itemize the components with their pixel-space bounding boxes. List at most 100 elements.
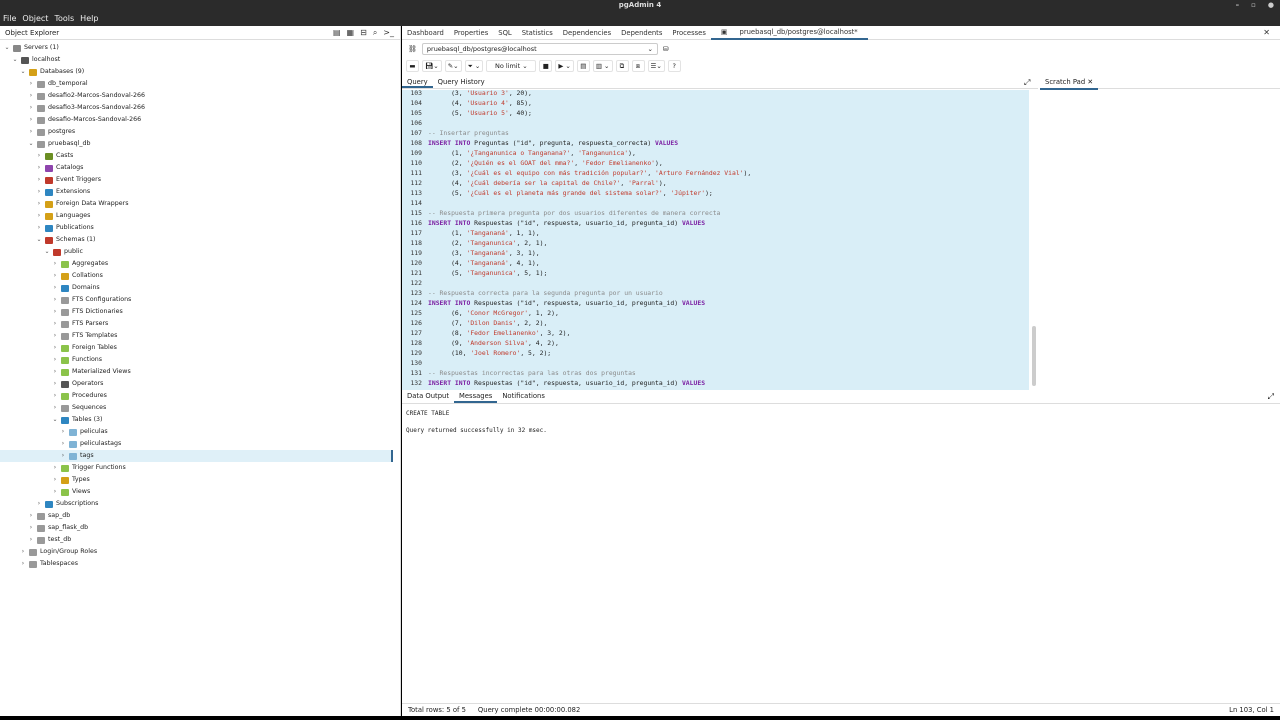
tree-node[interactable]: › Materialized Views — [52, 366, 131, 378]
chevron-right-icon[interactable]: › — [52, 270, 58, 282]
new-connection-icon[interactable]: ⛁ — [663, 45, 669, 53]
tree-node[interactable]: › Types — [52, 474, 90, 486]
chevron-right-icon[interactable]: › — [20, 558, 26, 570]
table-icon[interactable]: ▦ — [347, 28, 355, 38]
explain-analyze-icon[interactable]: ▥ ⌄ — [592, 60, 613, 72]
tree-node[interactable]: › Languages — [36, 210, 90, 222]
chevron-right-icon[interactable]: › — [28, 534, 34, 546]
tree-node[interactable]: › Tablespaces — [20, 558, 78, 570]
chevron-right-icon[interactable]: › — [52, 342, 58, 354]
tree-node[interactable]: › FTS Dictionaries — [52, 306, 123, 318]
chevron-right-icon[interactable]: › — [36, 498, 42, 510]
tree-node[interactable]: › Functions — [52, 354, 102, 366]
scratch-pad-tab[interactable]: Scratch Pad ✕ — [1040, 76, 1099, 90]
maximize-icon[interactable]: ▫ — [1251, 0, 1256, 11]
tree-node[interactable]: › test_db — [28, 534, 71, 546]
stop-icon[interactable]: ■ — [539, 60, 553, 72]
tree-node[interactable]: › Casts — [36, 150, 73, 162]
tree-node[interactable]: › sap_db — [28, 510, 70, 522]
chevron-down-icon[interactable]: ⌄ — [28, 138, 34, 150]
connection-select[interactable]: pruebasql_db/postgres@localhost ⌄ — [421, 43, 658, 55]
chevron-right-icon[interactable]: › — [28, 90, 34, 102]
tree-node[interactable]: › Foreign Tables — [52, 342, 117, 354]
chevron-right-icon[interactable]: › — [36, 174, 42, 186]
connection-status-icon[interactable]: ⛓ — [408, 45, 417, 53]
chevron-right-icon[interactable]: › — [28, 510, 34, 522]
chevron-right-icon[interactable]: › — [60, 438, 66, 450]
explain-icon[interactable]: ▤ — [576, 60, 590, 72]
tree-node[interactable]: ⌄ Servers (1) — [4, 42, 59, 54]
menu-object[interactable]: Object — [22, 14, 48, 23]
tree-node[interactable]: › Collations — [52, 270, 103, 282]
tree-node[interactable]: › db_temporal — [28, 78, 88, 90]
tree-node[interactable]: › Trigger Functions — [52, 462, 126, 474]
terminal-icon[interactable]: >_ — [383, 28, 394, 38]
open-file-icon[interactable]: ▬ — [406, 60, 419, 72]
tree-node[interactable]: › Sequences — [52, 402, 106, 414]
database-icon[interactable]: ▤ — [333, 28, 341, 38]
chevron-right-icon[interactable]: › — [52, 486, 58, 498]
tree-node[interactable]: › desafio3-Marcos-Sandoval-266 — [28, 102, 145, 114]
tree-node[interactable]: › FTS Configurations — [52, 294, 131, 306]
close-tab-icon[interactable]: ✕ — [1258, 28, 1275, 37]
tree-node[interactable]: › peliculastags — [60, 438, 121, 450]
tree-node[interactable]: › Login/Group Roles — [20, 546, 97, 558]
edit-icon[interactable]: ✎⌄ — [444, 60, 462, 72]
tree-node[interactable]: › Catalogs — [36, 162, 83, 174]
tree-node[interactable]: › postgres — [28, 126, 75, 138]
tab-sql[interactable]: SQL — [493, 29, 516, 37]
tree-node[interactable]: › Procedures — [52, 390, 107, 402]
tree-node[interactable]: › desafio2-Marcos-Sandoval-266 — [28, 90, 145, 102]
chevron-right-icon[interactable]: › — [28, 126, 34, 138]
expand-results-icon[interactable]: ⤢ — [1268, 392, 1274, 402]
chevron-right-icon[interactable]: › — [52, 318, 58, 330]
chevron-right-icon[interactable]: › — [36, 222, 42, 234]
search-icon[interactable]: ⌕ — [373, 28, 377, 38]
tree-node[interactable]: ⌄ Schemas (1) — [36, 234, 96, 246]
chevron-right-icon[interactable]: › — [60, 450, 66, 462]
tab-dependents[interactable]: Dependents — [616, 29, 667, 37]
tab-notifications[interactable]: Notifications — [497, 390, 550, 403]
chevron-right-icon[interactable]: › — [36, 210, 42, 222]
tab-messages[interactable]: Messages — [454, 390, 498, 403]
tree-node[interactable]: › Operators — [52, 378, 103, 390]
chevron-right-icon[interactable]: › — [52, 474, 58, 486]
filter-table-icon[interactable]: ⊟ — [360, 28, 367, 38]
tab-data-output[interactable]: Data Output — [402, 390, 454, 403]
chevron-right-icon[interactable]: › — [60, 426, 66, 438]
rollback-icon[interactable]: ⧈ — [631, 60, 645, 72]
sql-editor[interactable]: 103 (3, 'Usuario 3', 20), 104 (4, 'Usuari… — [402, 90, 1029, 390]
menu-file[interactable]: File — [3, 14, 16, 23]
execute-icon[interactable]: ▶ ⌄ — [555, 60, 574, 72]
tab-query-tool[interactable]: ▣ pruebasql_db/postgres@localhost* — [710, 26, 868, 40]
tree-node[interactable]: › Publications — [36, 222, 94, 234]
menu-tools[interactable]: Tools — [54, 14, 74, 23]
tree-node[interactable]: › tags — [60, 450, 94, 462]
tree-node[interactable]: › Extensions — [36, 186, 90, 198]
editor-scrollbar[interactable] — [1032, 326, 1036, 386]
chevron-right-icon[interactable]: › — [20, 546, 26, 558]
tree-node[interactable]: › Views — [52, 486, 90, 498]
close-window-icon[interactable]: ● — [1268, 0, 1274, 11]
menu-help[interactable]: Help — [80, 14, 98, 23]
chevron-right-icon[interactable]: › — [52, 390, 58, 402]
chevron-right-icon[interactable]: › — [36, 162, 42, 174]
chevron-down-icon[interactable]: ⌄ — [4, 42, 10, 54]
chevron-right-icon[interactable]: › — [52, 366, 58, 378]
chevron-down-icon[interactable]: ⌄ — [52, 414, 58, 426]
chevron-down-icon[interactable]: ⌄ — [44, 246, 50, 258]
tree-node[interactable]: › Subscriptions — [36, 498, 98, 510]
filter-icon[interactable]: ⏷ ⌄ — [464, 60, 484, 72]
limit-select[interactable]: No limit ⌄ — [486, 60, 537, 72]
chevron-right-icon[interactable]: › — [52, 294, 58, 306]
chevron-right-icon[interactable]: › — [52, 354, 58, 366]
tab-processes[interactable]: Processes — [667, 29, 711, 37]
chevron-right-icon[interactable]: › — [36, 198, 42, 210]
chevron-down-icon[interactable]: ⌄ — [12, 54, 18, 66]
tree-node[interactable]: ⌄ public — [44, 246, 83, 258]
tree-node[interactable]: ⌄ pruebasql_db — [28, 138, 90, 150]
chevron-right-icon[interactable]: › — [28, 114, 34, 126]
expand-icon[interactable]: ⤢ — [1024, 78, 1030, 88]
tree-node[interactable]: ⌄ localhost — [12, 54, 60, 66]
tree-node[interactable]: › sap_flask_db — [28, 522, 88, 534]
